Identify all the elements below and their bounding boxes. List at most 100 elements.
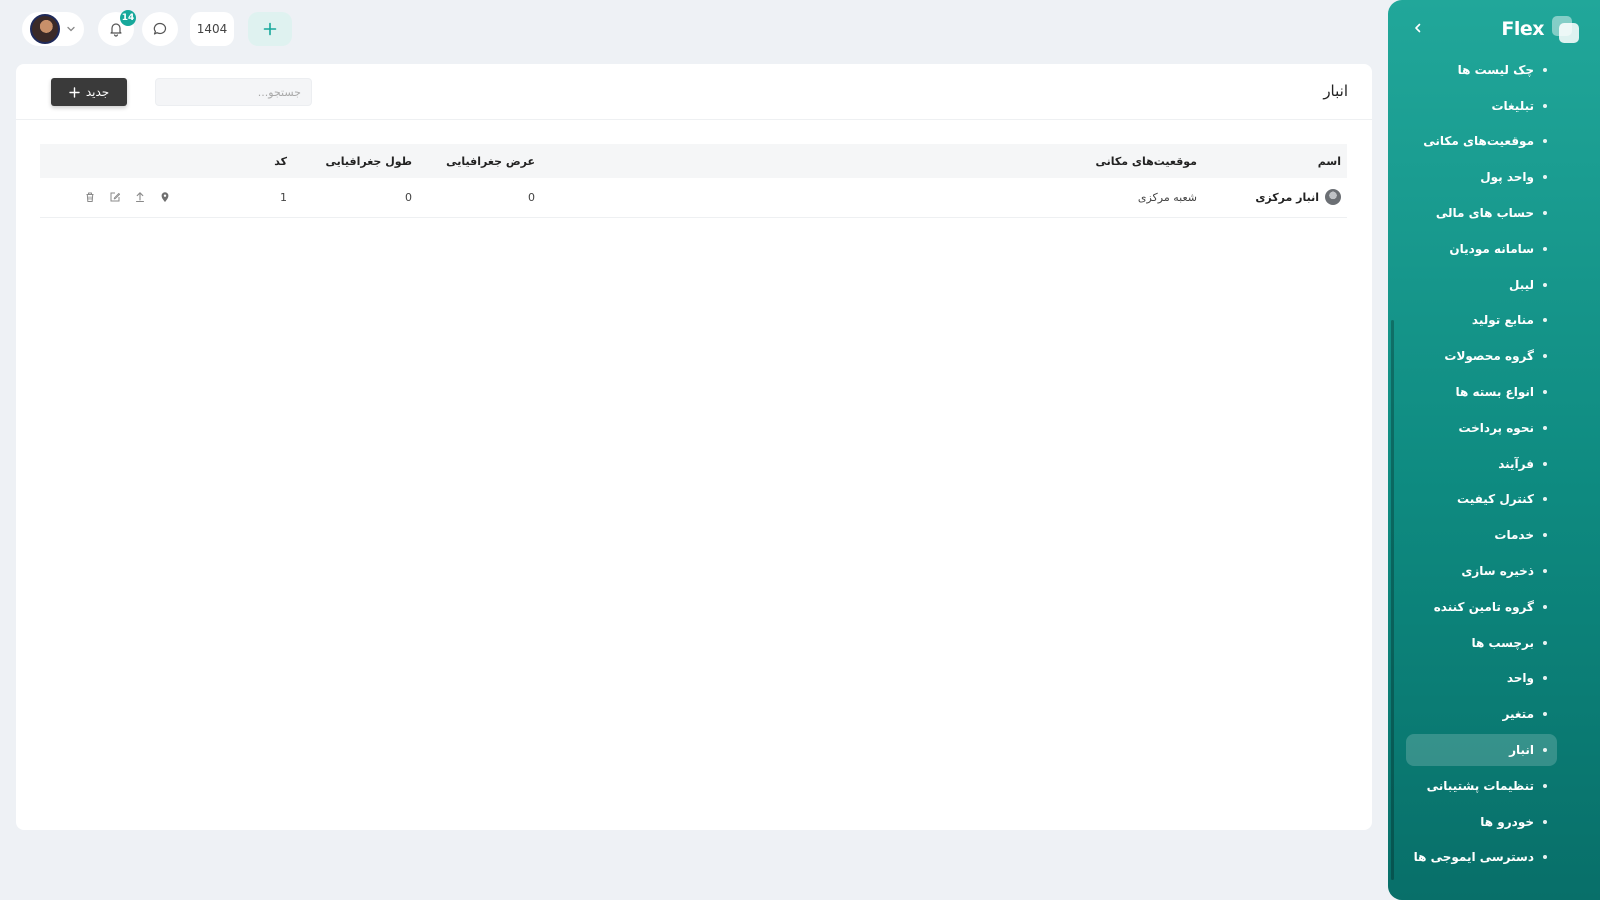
sidebar-item-label: گروه محصولات — [1444, 349, 1534, 364]
brand-logo-icon — [1550, 14, 1580, 44]
new-button-label: جدید — [85, 85, 110, 99]
warehouse-table: اسم موقعیت‌های مکانی عرض جغرافیایی طول ج… — [40, 144, 1347, 218]
sidebar-item[interactable]: خودرو ها — [1388, 804, 1600, 840]
sidebar-item-label: ذخیره سازی — [1461, 564, 1534, 579]
sidebar-item[interactable]: کنترل کیفیت — [1388, 482, 1600, 518]
sidebar-item-label: منابع تولید — [1471, 313, 1534, 328]
sidebar-item[interactable]: منابع تولید — [1388, 303, 1600, 339]
bullet-icon — [1543, 103, 1547, 108]
chat-icon — [153, 22, 167, 35]
cell-locations: شعبه مرکزی — [1137, 190, 1197, 204]
year-selector[interactable]: 1404 — [190, 12, 234, 46]
table-row[interactable]: انبار مرکزی شعبه مرکزی 0 0 1 — [40, 178, 1347, 217]
quick-add-button[interactable] — [248, 12, 292, 46]
sidebar-item[interactable]: چک لیست ها — [1388, 52, 1600, 88]
sidebar-item[interactable]: تنظیمات پشتیبانی — [1388, 768, 1600, 804]
notification-count-badge: 14 — [120, 10, 136, 26]
sidebar-item[interactable]: برچسب ها — [1388, 625, 1600, 661]
bullet-icon — [1543, 676, 1547, 681]
sidebar-item-label: تبلیغات — [1491, 98, 1534, 113]
sidebar-item-label: انواع بسته ها — [1455, 385, 1534, 400]
sidebar-item-label: انبار — [1509, 743, 1534, 758]
bullet-icon — [1543, 855, 1547, 860]
sidebar-item[interactable]: فرآیند — [1388, 446, 1600, 482]
bullet-icon — [1543, 354, 1547, 359]
sidebar-item-label: سامانه مودیان — [1449, 241, 1534, 256]
sidebar-item[interactable]: گروه تامین کننده — [1388, 589, 1600, 625]
sidebar-item[interactable]: نحوه پرداخت — [1388, 410, 1600, 446]
cell-actions — [40, 178, 243, 217]
bullet-icon — [1543, 390, 1547, 395]
bullet-icon — [1543, 604, 1547, 609]
column-header-latitude[interactable]: عرض جغرافیایی — [418, 144, 541, 178]
bullet-icon — [1543, 67, 1547, 72]
chevron-down-icon — [67, 26, 75, 32]
sidebar-collapse-button[interactable] — [1408, 18, 1428, 38]
sidebar-item[interactable]: موقعیت‌های مکانی — [1388, 124, 1600, 160]
sidebar-item[interactable]: انواع بسته ها — [1388, 374, 1600, 410]
bullet-icon — [1543, 246, 1547, 251]
sidebar-item-label: فرآیند — [1498, 456, 1534, 471]
upload-button[interactable] — [134, 191, 146, 203]
map-pin-icon — [161, 192, 169, 203]
sidebar-item[interactable]: دسترسی ایموجی ها — [1388, 840, 1600, 876]
sidebar-item-label: لیبل — [1508, 277, 1534, 292]
sidebar-item[interactable]: انبار — [1388, 732, 1600, 768]
sidebar-nav: چک لیست ها تبلیغات موقعیت‌های مکانی واحد پو… — [1388, 52, 1600, 875]
bullet-icon — [1543, 139, 1547, 144]
sidebar-item[interactable]: گروه محصولات — [1388, 338, 1600, 374]
cell-code: 1 — [280, 190, 287, 204]
edit-button[interactable] — [109, 191, 121, 203]
delete-button[interactable] — [84, 191, 96, 203]
sidebar-item[interactable]: خدمات — [1388, 517, 1600, 553]
column-header-actions — [40, 144, 243, 178]
chat-button[interactable] — [142, 12, 178, 46]
bullet-icon — [1543, 748, 1547, 753]
location-button[interactable] — [159, 191, 171, 203]
year-label: 1404 — [196, 22, 228, 36]
bullet-icon — [1543, 461, 1547, 466]
user-menu[interactable] — [22, 12, 84, 46]
sidebar-item[interactable]: ذخیره سازی — [1388, 553, 1600, 589]
sidebar-item-label: نحوه پرداخت — [1458, 420, 1534, 435]
sidebar-item[interactable]: لیبل — [1388, 267, 1600, 303]
plus-icon — [263, 22, 277, 36]
table-header-row: اسم موقعیت‌های مکانی عرض جغرافیایی طول ج… — [40, 144, 1347, 178]
column-header-locations[interactable]: موقعیت‌های مکانی — [541, 144, 1203, 178]
sidebar-item-label: تنظیمات پشتیبانی — [1426, 778, 1534, 793]
plus-icon — [69, 86, 80, 98]
bullet-icon — [1543, 211, 1547, 216]
sidebar: Flex چک لیست ها تبلیغات موقعیت‌های مکانی وا… — [1388, 0, 1600, 900]
cell-name[interactable]: انبار مرکزی — [1203, 178, 1347, 217]
column-header-name[interactable]: اسم — [1203, 144, 1347, 178]
sidebar-item[interactable]: تبلیغات — [1388, 88, 1600, 124]
sidebar-item-label: چک لیست ها — [1457, 62, 1534, 77]
sidebar-item-label: واحد پول — [1480, 170, 1534, 185]
avatar[interactable] — [30, 14, 60, 44]
sidebar-item-label: خدمات — [1494, 528, 1534, 543]
sidebar-item[interactable]: واحد پول — [1388, 159, 1600, 195]
new-button[interactable]: جدید — [51, 78, 127, 106]
sidebar-item-label: متغیر — [1502, 707, 1534, 722]
sidebar-item-label: واحد — [1506, 671, 1534, 686]
search-input[interactable] — [155, 78, 312, 106]
notifications-button[interactable]: 14 — [98, 10, 136, 46]
sidebar-item[interactable]: واحد — [1388, 661, 1600, 697]
chevron-left-icon — [1415, 23, 1421, 33]
bullet-icon — [1543, 640, 1547, 645]
sidebar-item[interactable]: سامانه مودیان — [1388, 231, 1600, 267]
upload-icon — [135, 192, 145, 203]
sidebar-item[interactable]: حساب های مالی — [1388, 195, 1600, 231]
sidebar-item[interactable]: متغیر — [1388, 696, 1600, 732]
sidebar-item-label: گروه تامین کننده — [1433, 599, 1534, 614]
sidebar-item-label: موقعیت‌های مکانی — [1423, 134, 1534, 149]
card-header: انبار جدید — [16, 64, 1372, 120]
bullet-icon — [1543, 783, 1547, 788]
bullet-icon — [1543, 819, 1547, 824]
trash-icon — [86, 192, 94, 203]
warehouse-avatar — [1325, 189, 1341, 206]
column-header-code[interactable]: کد — [243, 144, 293, 178]
sidebar-item-label: حساب های مالی — [1435, 206, 1534, 221]
column-header-longitude[interactable]: طول جغرافیایی — [293, 144, 418, 178]
cell-longitude: 0 — [405, 190, 412, 204]
